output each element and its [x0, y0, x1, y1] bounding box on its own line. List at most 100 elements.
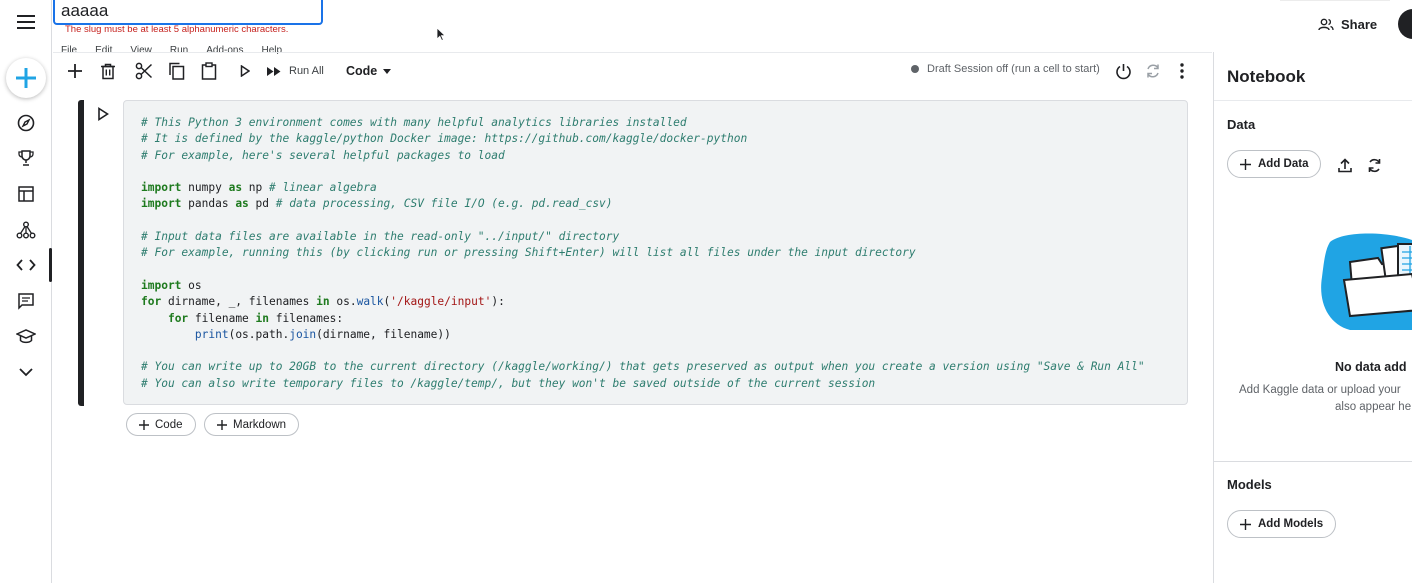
code-token: pandas: [181, 197, 236, 211]
upload-button[interactable]: [1336, 156, 1354, 174]
paste-cell-button[interactable]: [199, 59, 219, 83]
models-section-title: Models: [1227, 477, 1272, 492]
trash-icon: [101, 63, 115, 79]
models-icon[interactable]: [13, 217, 39, 243]
power-button[interactable]: [1113, 59, 1133, 83]
delete-cell-button[interactable]: [98, 59, 118, 83]
cell-type-select[interactable]: Code: [346, 59, 392, 83]
code-token: os: [181, 278, 202, 292]
clipboard-icon: [201, 62, 217, 80]
play-icon: [240, 65, 250, 77]
code-icon[interactable]: [13, 252, 39, 278]
sync-icon: [1368, 158, 1380, 172]
create-button[interactable]: [6, 58, 46, 98]
code-token: pd: [248, 197, 276, 211]
cell-type-label: Code: [346, 64, 378, 78]
upload-icon: [1338, 157, 1352, 172]
session-status: Draft Session off (run a cell to start): [911, 63, 1100, 75]
notebook-title-input[interactable]: [53, 0, 323, 25]
code-token: # For example, here's several helpful pa…: [141, 148, 505, 162]
chevron-down-icon[interactable]: [13, 359, 39, 385]
add-data-label: Add Data: [1258, 158, 1309, 170]
code-token: # It is defined by the kaggle/python Doc…: [141, 132, 748, 146]
people-icon: [1318, 18, 1334, 30]
code-token: # linear algebra: [269, 181, 377, 195]
discussion-icon[interactable]: [13, 288, 39, 314]
plus-icon: [68, 64, 82, 78]
code-line: for filename in filenames:: [141, 311, 1170, 327]
power-icon: [1115, 63, 1131, 79]
code-line: import pandas as pd # data processing, C…: [141, 196, 1170, 212]
code-line: # It is defined by the kaggle/python Doc…: [141, 131, 1170, 147]
panel-title: Notebook: [1227, 67, 1306, 86]
run-cell-inline-button[interactable]: [97, 107, 113, 123]
run-all-button[interactable]: Run All: [266, 59, 324, 83]
code-token: import: [141, 181, 182, 195]
share-label: Share: [1341, 16, 1378, 32]
learn-icon[interactable]: [13, 324, 39, 350]
code-line: # You can write up to 20GB to the curren…: [141, 359, 1170, 375]
add-models-label: Add Models: [1258, 518, 1324, 530]
code-token: import: [141, 278, 182, 292]
code-token: ):: [491, 295, 505, 309]
cut-cell-button[interactable]: [134, 59, 154, 83]
notebook-toolbar: Run All Code Draft Session off (run a ce…: [53, 52, 1212, 88]
run-cell-button[interactable]: [237, 59, 253, 83]
add-cell-button[interactable]: [65, 59, 85, 83]
status-dot: [911, 65, 919, 73]
no-data-title: No data add: [1335, 360, 1407, 374]
active-cell-indicator: [78, 100, 84, 406]
share-button[interactable]: Share: [1318, 11, 1377, 37]
code-token: walk: [356, 295, 384, 309]
code-token: '/kaggle/input': [390, 295, 492, 309]
restart-session-button[interactable]: [1143, 59, 1163, 83]
code-token: # Input data files are available in the …: [141, 230, 620, 244]
code-token: # You can write up to 20GB to the curren…: [141, 360, 1145, 374]
more-vert-icon: [1180, 63, 1184, 79]
code-token: os.: [329, 295, 357, 309]
code-token: (dirname, filename)): [316, 327, 451, 341]
code-token: for: [141, 295, 162, 309]
code-token: # data processing, CSV file I/O (e.g. pd…: [275, 197, 613, 211]
code-line: # This Python 3 environment comes with m…: [141, 115, 1170, 131]
code-token: as: [235, 197, 249, 211]
code-cell-editor[interactable]: # This Python 3 environment comes with m…: [123, 100, 1188, 405]
code-line: import numpy as np # linear algebra: [141, 180, 1170, 196]
mouse-pointer-icon: [436, 27, 446, 41]
caret-down-icon: [383, 68, 392, 74]
copy-cell-button[interactable]: [166, 59, 186, 83]
add-models-button[interactable]: Add Models: [1227, 510, 1337, 538]
plus-icon: [139, 419, 149, 430]
code-token: # This Python 3 environment comes with m…: [141, 116, 687, 129]
code-token: np: [242, 181, 270, 195]
notebook-side-panel: Notebook Data Add Data No data add Add K…: [1213, 52, 1412, 583]
no-data-description: Add Kaggle data or upload your: [1239, 384, 1401, 396]
code-token: # For example, running this (by clicking…: [141, 246, 916, 260]
panel-divider: [1214, 461, 1412, 462]
code-token: numpy: [181, 181, 229, 195]
code-token: (os.path.: [228, 327, 290, 341]
code-token: # You can also write temporary files to …: [141, 376, 876, 390]
compass-icon[interactable]: [13, 110, 39, 136]
scissors-icon: [135, 62, 153, 80]
table-icon[interactable]: [13, 181, 39, 207]
trophy-icon[interactable]: [13, 145, 39, 171]
data-section-title: Data: [1227, 117, 1256, 132]
add-code-cell-button[interactable]: Code: [126, 413, 196, 436]
avatar[interactable]: [1398, 9, 1412, 39]
refresh-data-button[interactable]: [1365, 156, 1383, 174]
code-line: for dirname, _, filenames in os.walk('/k…: [141, 294, 1170, 310]
more-options-button[interactable]: [1172, 59, 1192, 83]
code-line: print(os.path.join(dirname, filename)): [141, 327, 1170, 343]
menu-icon[interactable]: [13, 9, 39, 35]
code-token: dirname, _, filenames: [161, 295, 317, 309]
add-data-button[interactable]: Add Data: [1227, 150, 1322, 178]
code-token: filenames:: [269, 311, 344, 325]
add-markdown-cell-button[interactable]: Markdown: [204, 413, 300, 436]
code-token: join: [289, 327, 317, 341]
